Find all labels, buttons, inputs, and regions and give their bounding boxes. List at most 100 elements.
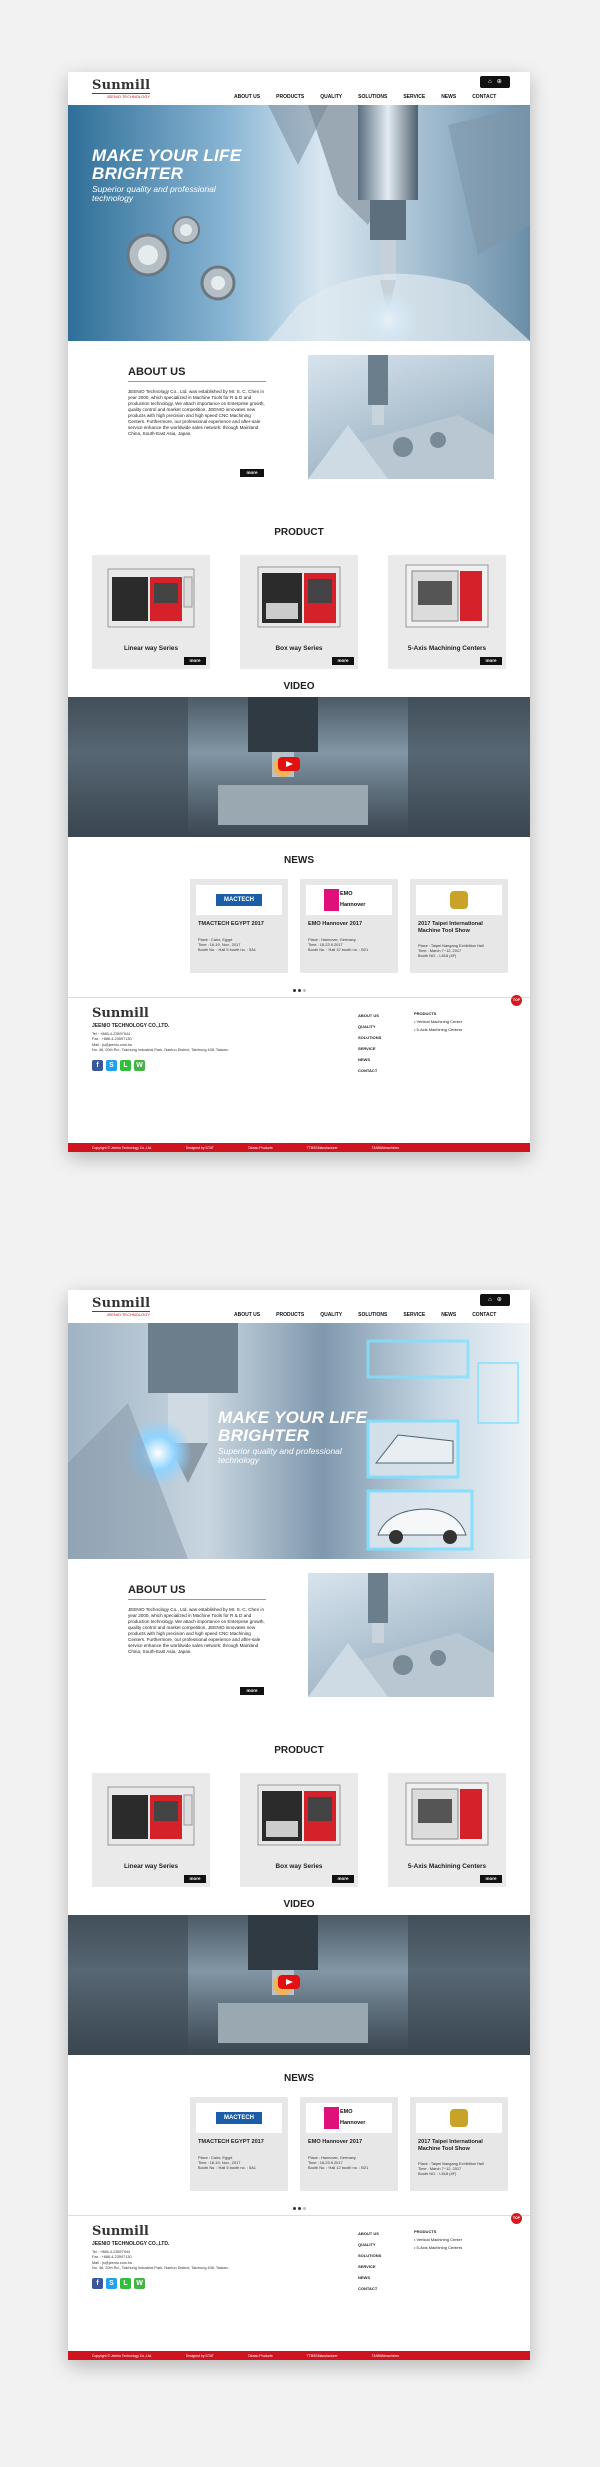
news-card-taipei[interactable]: 2017 Taipei International Machine Tool S… [410,2097,508,2191]
site-footer: Sunmill JEENIO TECHNOLOGY CO.,LTD. Tel :… [68,2213,530,2293]
nav-service[interactable]: SERVICE [403,94,425,100]
product-more-button[interactable]: more [332,1875,354,1883]
hero-headline: MAKE YOUR LIFE BRIGHTER [218,1408,368,1445]
nav-quality[interactable]: QUALITY [320,1312,342,1318]
facebook-icon[interactable]: f [92,2278,103,2289]
play-icon[interactable] [278,757,300,771]
video-player[interactable] [68,697,530,837]
carousel-dots[interactable] [68,979,530,997]
product-card-5axis[interactable]: 5-Axis Machining Centers more [388,1773,506,1887]
nav-quality[interactable]: QUALITY [320,94,342,100]
language-switch[interactable]: ⌂ ⊕ [480,1294,510,1306]
product-card-linear[interactable]: Linear way Series more [92,555,210,669]
product-more-button[interactable]: more [184,657,206,665]
tmts-logo-icon [450,891,468,909]
product-section: PRODUCT Linear way Series more Box way S… [68,1737,530,1897]
about-body: JEENIO Technology Co., Ltd. was establis… [128,1607,265,1654]
footer-nav: ABOUT US QUALITY SOLUTIONS SERVICE NEWS … [358,1013,382,1073]
hero-banner: MAKE YOUR LIFE BRIGHTER Superior quality… [68,105,530,341]
main-nav: ABOUT US PRODUCTS QUALITY SOLUTIONS SERV… [234,1312,496,1318]
about-image [308,1573,494,1697]
nav-solutions[interactable]: SOLUTIONS [358,1312,387,1318]
about-more-button[interactable]: more [240,1687,264,1695]
play-icon[interactable] [278,1975,300,1989]
nav-products[interactable]: PRODUCTS [276,94,304,100]
news-section: NEWS MACTECH TMACTECH EGYPT 2017 Place :… [68,2065,530,2215]
video-section: VIDEO [68,679,530,847]
product-card-5axis[interactable]: 5-Axis Machining Centers more [388,555,506,669]
product-card-boxway[interactable]: Box way Series more [240,1773,358,1887]
site-header: Sunmill JEENIO TECHNOLOGY ABOUT US PRODU… [68,1290,530,1323]
line-icon[interactable]: L [120,2278,131,2289]
wechat-icon[interactable]: W [134,2278,145,2289]
globe-icon[interactable]: ⊕ [497,79,502,85]
product-card-boxway[interactable]: Box way Series more [240,555,358,669]
about-title: ABOUT US [128,366,186,378]
news-card-mactech[interactable]: MACTECH TMACTECH EGYPT 2017 Place : Cair… [190,879,288,973]
homepage-mockup-2: Sunmill JEENIO TECHNOLOGY ABOUT US PRODU… [68,1290,530,2360]
home-icon[interactable]: ⌂ [488,1297,492,1303]
about-section: ABOUT US JEENIO Technology Co., Ltd. was… [68,1559,530,1737]
news-card-emo[interactable]: EMO Hannover EMO Hannover 2017 Place : H… [300,879,398,973]
product-more-button[interactable]: more [480,1875,502,1883]
product-more-button[interactable]: more [480,657,502,665]
site-header: Sunmill JEENIO TECHNOLOGY ABOUT US PRODU… [68,72,530,105]
skype-icon[interactable]: S [106,2278,117,2289]
machine-image [257,566,341,628]
copyright-bar: Copyright © Jeenio Technology Co.,Ltd. D… [68,1143,530,1152]
nav-products[interactable]: PRODUCTS [276,1312,304,1318]
product-title: PRODUCT [274,527,324,538]
copyright-bar: Copyright © Jeenio Technology Co.,Ltd. D… [68,2351,530,2360]
footer-nav: ABOUT US QUALITY SOLUTIONS SERVICE NEWS … [358,2231,382,2291]
footer-products: PRODUCTS • Vertical Machining Center • 5… [414,2229,463,2250]
nav-service[interactable]: SERVICE [403,1312,425,1318]
news-logo: MACTECH [196,885,282,915]
machine-image [257,1784,341,1846]
product-card-linear[interactable]: Linear way Series more [92,1773,210,1887]
home-icon[interactable]: ⌂ [488,79,492,85]
product-title: PRODUCT [274,1745,324,1756]
hero-subline: Superior quality and professional techno… [92,184,216,203]
logo[interactable]: Sunmill JEENIO TECHNOLOGY [92,1297,150,1317]
product-more-button[interactable]: more [184,1875,206,1883]
nav-news[interactable]: NEWS [441,94,456,100]
nav-about-us[interactable]: ABOUT US [234,94,260,100]
news-logo [416,885,502,915]
language-switch[interactable]: ⌂ ⊕ [480,76,510,88]
about-image [308,355,494,479]
globe-icon[interactable]: ⊕ [497,1297,502,1303]
facebook-icon[interactable]: f [92,1060,103,1071]
news-card-mactech[interactable]: MACTECH TMACTECH EGYPT 2017 Place : Cair… [190,2097,288,2191]
news-card-emo[interactable]: EMO Hannover EMO Hannover 2017 Place : H… [300,2097,398,2191]
product-more-button[interactable]: more [332,657,354,665]
tmts-logo-icon [450,2109,468,2127]
nav-solutions[interactable]: SOLUTIONS [358,94,387,100]
about-title: ABOUT US [128,1584,186,1596]
about-more-button[interactable]: more [240,469,264,477]
machine-image [405,564,489,628]
nav-about-us[interactable]: ABOUT US [234,1312,260,1318]
news-logo: EMO Hannover [306,2103,392,2133]
back-to-top-button[interactable]: TOP [511,995,522,1006]
homepage-mockup-1: Sunmill JEENIO TECHNOLOGY ABOUT US PRODU… [68,72,530,1152]
news-card-taipei[interactable]: 2017 Taipei International Machine Tool S… [410,879,508,973]
about-body: JEENIO Technology Co., Ltd. was establis… [128,389,265,436]
video-section: VIDEO [68,1897,530,2065]
line-icon[interactable]: L [120,1060,131,1071]
main-nav: ABOUT US PRODUCTS QUALITY SOLUTIONS SERV… [234,94,496,100]
nav-news[interactable]: NEWS [441,1312,456,1318]
video-player[interactable] [68,1915,530,2055]
nav-contact[interactable]: CONTACT [472,1312,496,1318]
wechat-icon[interactable]: W [134,1060,145,1071]
footer-logo: Sunmill [92,2224,149,2239]
carousel-dots[interactable] [68,2197,530,2215]
about-section: ABOUT US JEENIO Technology Co., Ltd. was… [68,341,530,519]
social-links: f S L W [92,2278,145,2289]
back-to-top-button[interactable]: TOP [511,2213,522,2224]
news-title: NEWS [284,855,314,866]
logo[interactable]: Sunmill JEENIO TECHNOLOGY [92,79,150,99]
nav-contact[interactable]: CONTACT [472,94,496,100]
machine-image [107,1786,195,1846]
skype-icon[interactable]: S [106,1060,117,1071]
product-section: PRODUCT Linear way Series more Box way S… [68,519,530,679]
